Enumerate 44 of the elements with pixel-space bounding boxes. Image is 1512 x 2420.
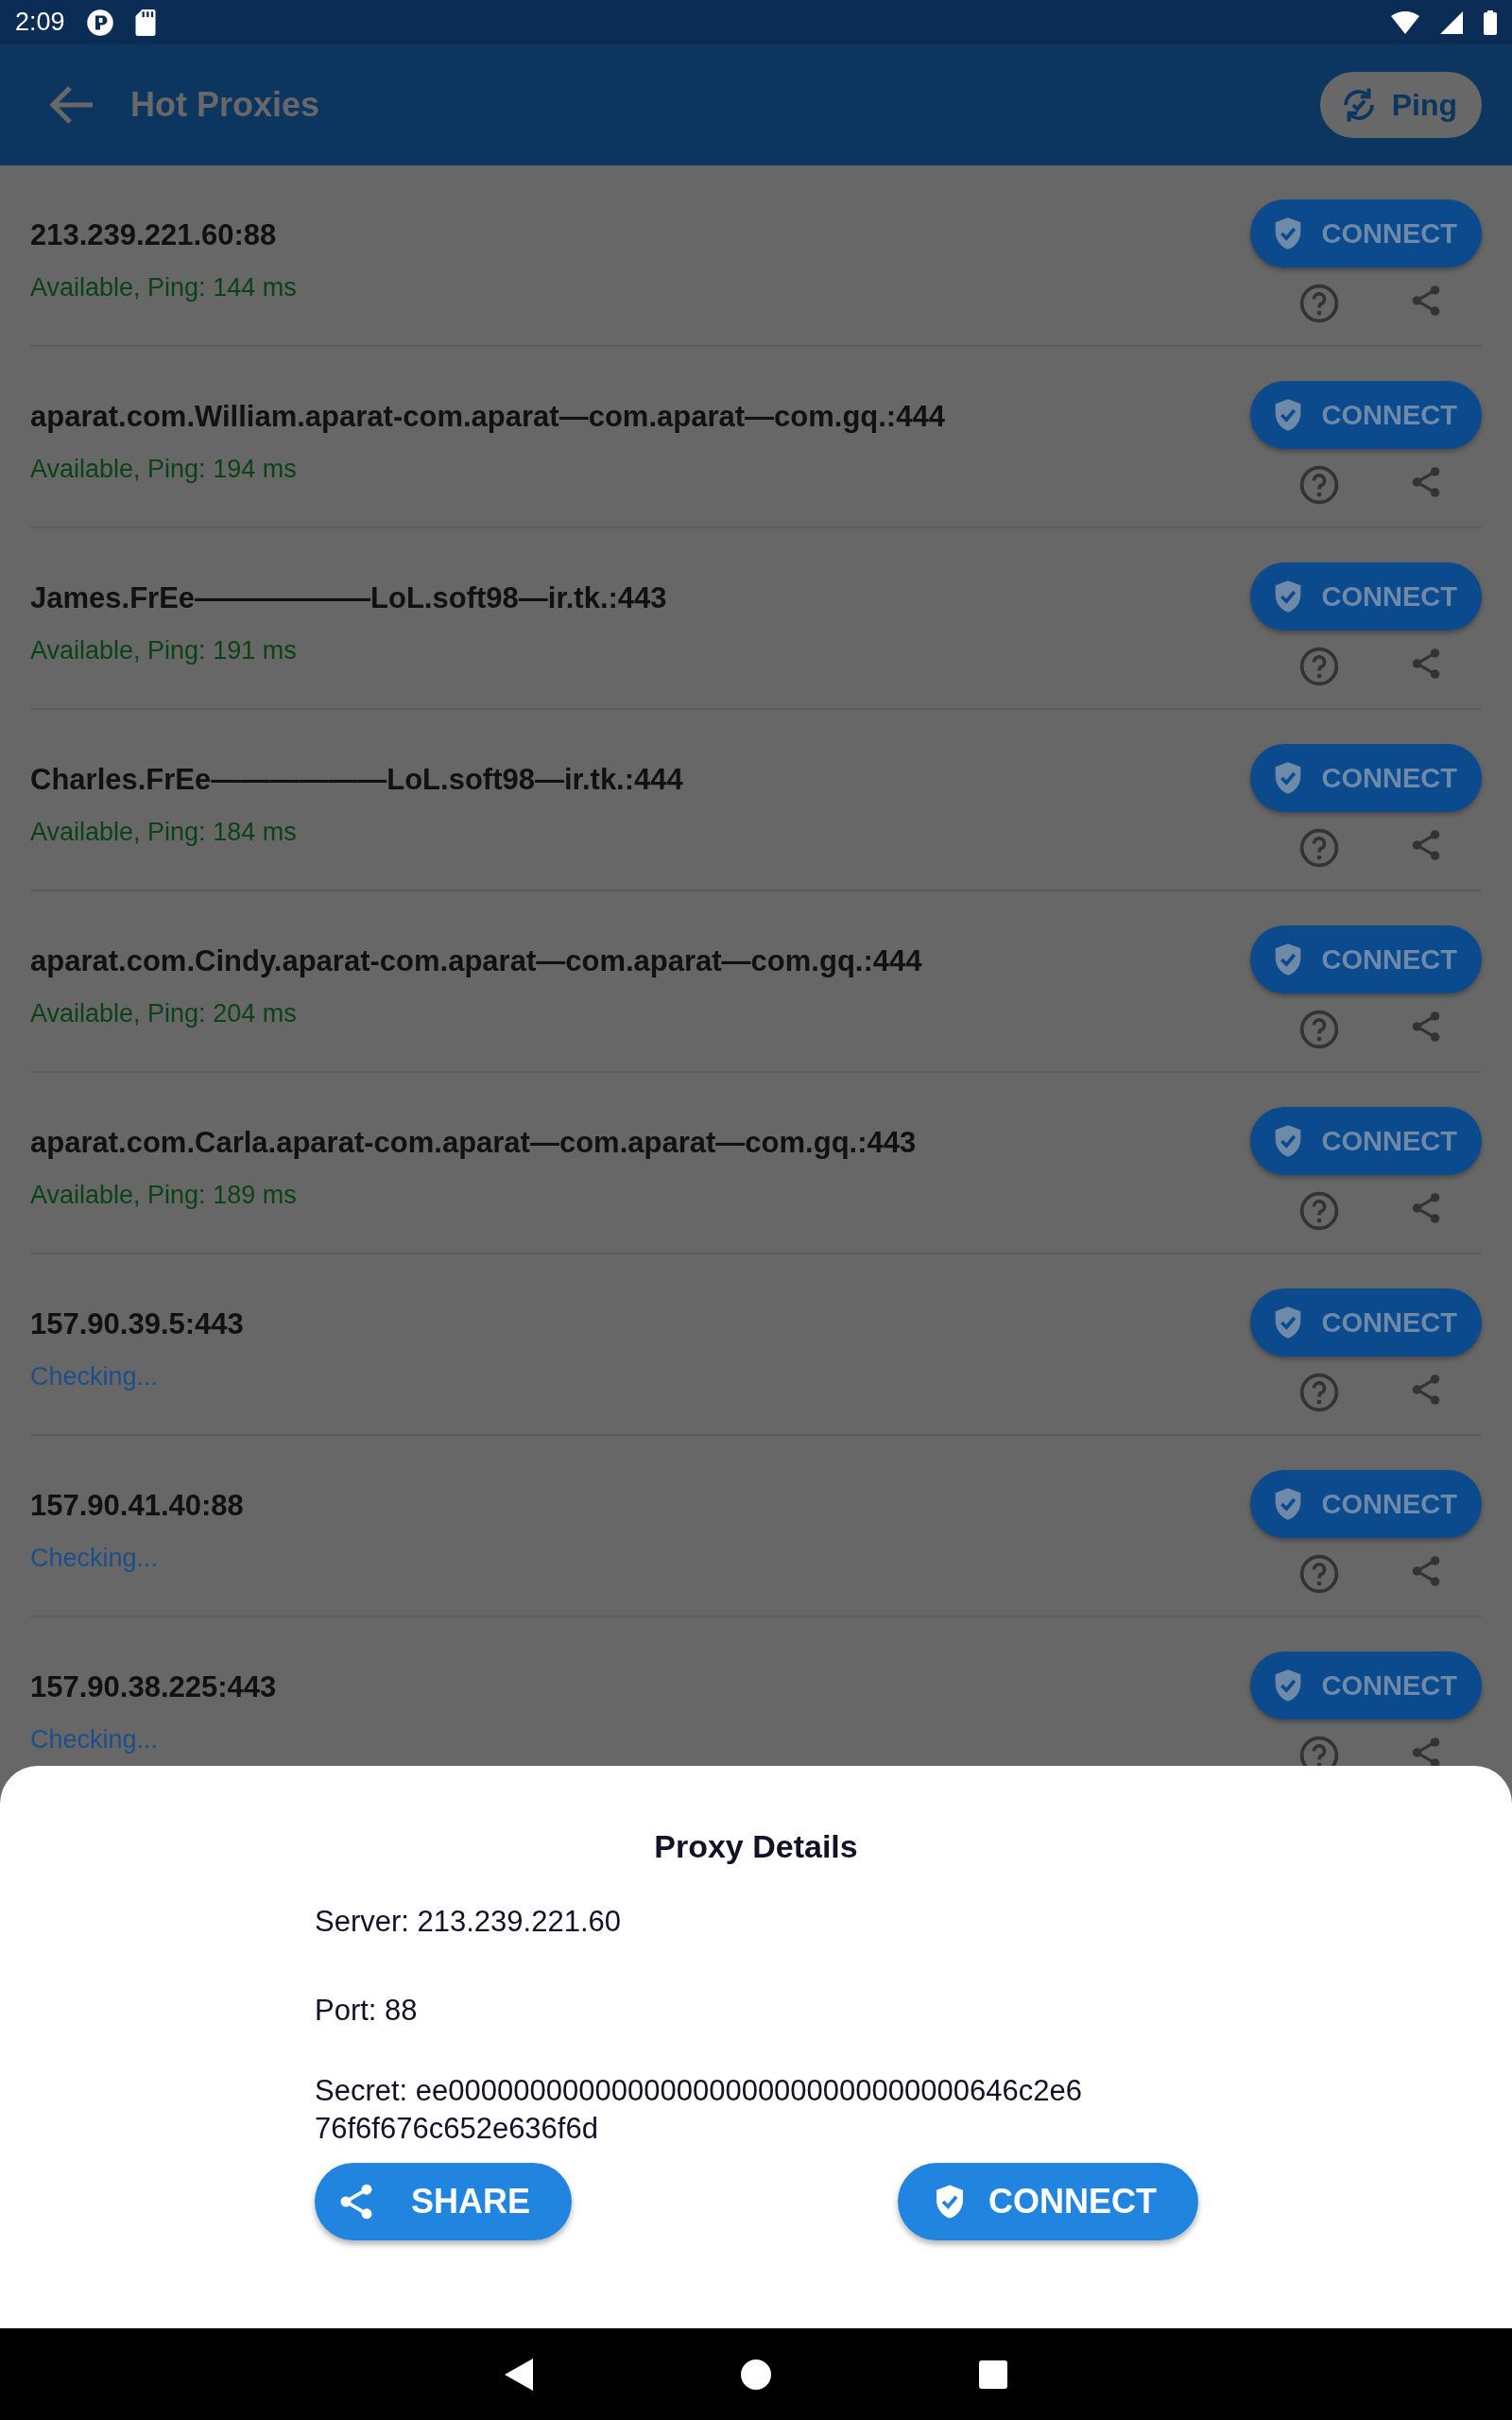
share-button[interactable]: SHARE	[315, 2163, 573, 2241]
connect-button[interactable]: CONNECT	[1249, 1107, 1482, 1175]
connect-button[interactable]: CONNECT	[1249, 1470, 1482, 1538]
proxy-status: Available, Ping: 184 ms	[30, 818, 298, 847]
status-time: 2:09	[15, 8, 65, 37]
app-notification-icon	[85, 8, 114, 37]
proxy-address: James.FrEe——————LoL.soft98—ir.tk.:443	[30, 581, 668, 615]
sheet-title: Proxy Details	[653, 1828, 859, 1865]
proxy-status: Available, Ping: 189 ms	[30, 1181, 298, 1210]
proxy-status: Checking...	[30, 1362, 160, 1392]
proxy-address: 157.90.39.5:443	[30, 1307, 245, 1341]
connect-button[interactable]: CONNECT	[1249, 199, 1482, 268]
connect-button[interactable]: CONNECT	[1249, 744, 1482, 812]
connect-button[interactable]: CONNECT	[1249, 1288, 1482, 1357]
proxy-status: Available, Ping: 144 ms	[30, 273, 298, 302]
proxy-address: 157.90.38.225:443	[30, 1670, 278, 1704]
proxy-address: aparat.com.Carla.aparat-com.aparat—com.aparat—com.gq.:443	[30, 1126, 918, 1160]
connect-button[interactable]: CONNECT	[1249, 925, 1482, 994]
proxy-status: Available, Ping: 204 ms	[30, 999, 298, 1028]
port-text: Port: 88	[315, 1993, 419, 2030]
recents-nav-icon[interactable]	[979, 2360, 1007, 2389]
screen-title: Hot Proxies	[130, 85, 321, 125]
ping-button[interactable]: Ping	[1319, 72, 1482, 138]
proxy-status: Checking...	[30, 1725, 160, 1754]
battery-icon	[1484, 9, 1497, 35]
home-nav-icon[interactable]	[741, 2359, 771, 2390]
proxy-address: 157.90.41.40:88	[30, 1489, 245, 1523]
proxy-address: Charles.FrEe——————LoL.soft98—ir.tk.:444	[30, 763, 684, 797]
proxy-address: aparat.com.Cindy.aparat-com.aparat—com.aparat—com.gq.:444	[30, 944, 923, 978]
proxy-status: Checking...	[30, 1544, 160, 1573]
proxy-status: Available, Ping: 194 ms	[30, 455, 298, 484]
wifi-icon	[1391, 10, 1419, 34]
back-nav-icon[interactable]	[505, 2358, 533, 2391]
proxy-address: 213.239.221.60:88	[30, 218, 278, 252]
server-text: Server: 213.239.221.60	[315, 1904, 623, 1940]
connect-button[interactable]: CONNECT	[1249, 562, 1482, 631]
sd-card-icon	[134, 9, 156, 36]
proxy-status: Available, Ping: 191 ms	[30, 636, 298, 666]
connect-button[interactable]: CONNECT	[1249, 1651, 1482, 1720]
signal-icon	[1440, 10, 1463, 34]
connect-button[interactable]: CONNECT	[1249, 381, 1482, 449]
connect-button[interactable]: CONNECT	[898, 2163, 1198, 2241]
secret-text: Secret: ee00000000000000000000000000000000646c2e676f6f676c652e636f6d	[315, 2072, 1083, 2147]
proxy-address: aparat.com.William.aparat-com.aparat—com.aparat—com.gq.:444	[30, 400, 946, 434]
